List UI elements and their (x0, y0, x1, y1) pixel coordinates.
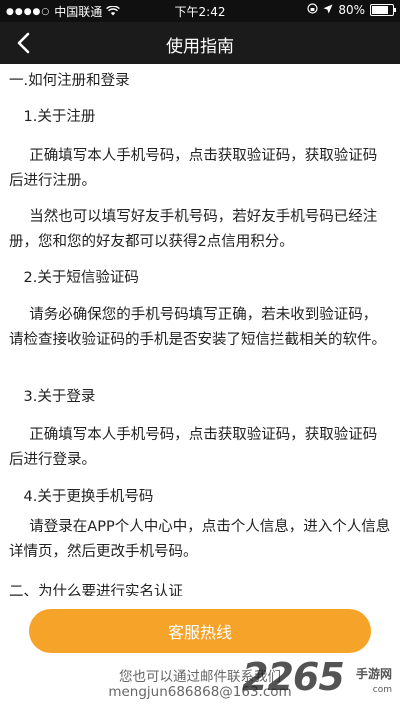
paragraph-register-2: 当然也可以填写好友手机号码，若好友手机号码已经注册，您和您的好友都可以获得2点信… (9, 209, 378, 250)
watermark-text: 手游网 (355, 667, 392, 681)
lock-rotation-icon (307, 3, 318, 17)
paragraph-register-1: 正确填写本人手机号码，点击获取验证码，获取验证码后进行注册。 (9, 148, 378, 189)
paragraph-login: 正确填写本人手机号码，点击获取验证码，获取验证码后进行登录。 (9, 427, 378, 468)
section-heading-real-name: 二、为什么要进行实名认证 (9, 584, 183, 596)
status-right: 80% (307, 3, 396, 17)
site-watermark: 2265 手游网 com (242, 655, 392, 707)
paragraph-sms-code: 请务必确保您的手机号码填写正确，若未收到验证码，请检查接收验证码的手机是否安装了… (9, 307, 386, 348)
subheading-register: 1.关于注册 (23, 109, 96, 125)
subheading-change-phone: 4.关于更换手机号码 (23, 489, 154, 505)
battery-icon (370, 4, 396, 16)
battery-fill (372, 6, 388, 14)
watermark-number: 2265 (242, 655, 345, 699)
section-heading-register-login: 一.如何注册和登录 (9, 73, 130, 89)
status-bar: ●●●●○ 中国联通 下午2:42 80% (0, 0, 400, 22)
nav-bar: 使用指南 (0, 22, 400, 64)
page-title: 使用指南 (166, 37, 234, 57)
watermark-url: com (372, 685, 392, 695)
guide-content[interactable]: 一.如何注册和登录 1.关于注册 正确填写本人手机号码，点击获取验证码，获取验证… (0, 64, 400, 596)
subheading-login: 3.关于登录 (23, 389, 96, 405)
customer-hotline-button[interactable]: 客服热线 (29, 609, 371, 653)
battery-percent: 80% (338, 3, 365, 17)
paragraph-change-phone: 请登录在APP个人中心中，点击个人信息，进入个人信息详情页，然后更改手机号码。 (9, 519, 391, 560)
subheading-sms-code: 2.关于短信验证码 (23, 270, 139, 286)
location-icon (323, 3, 333, 17)
